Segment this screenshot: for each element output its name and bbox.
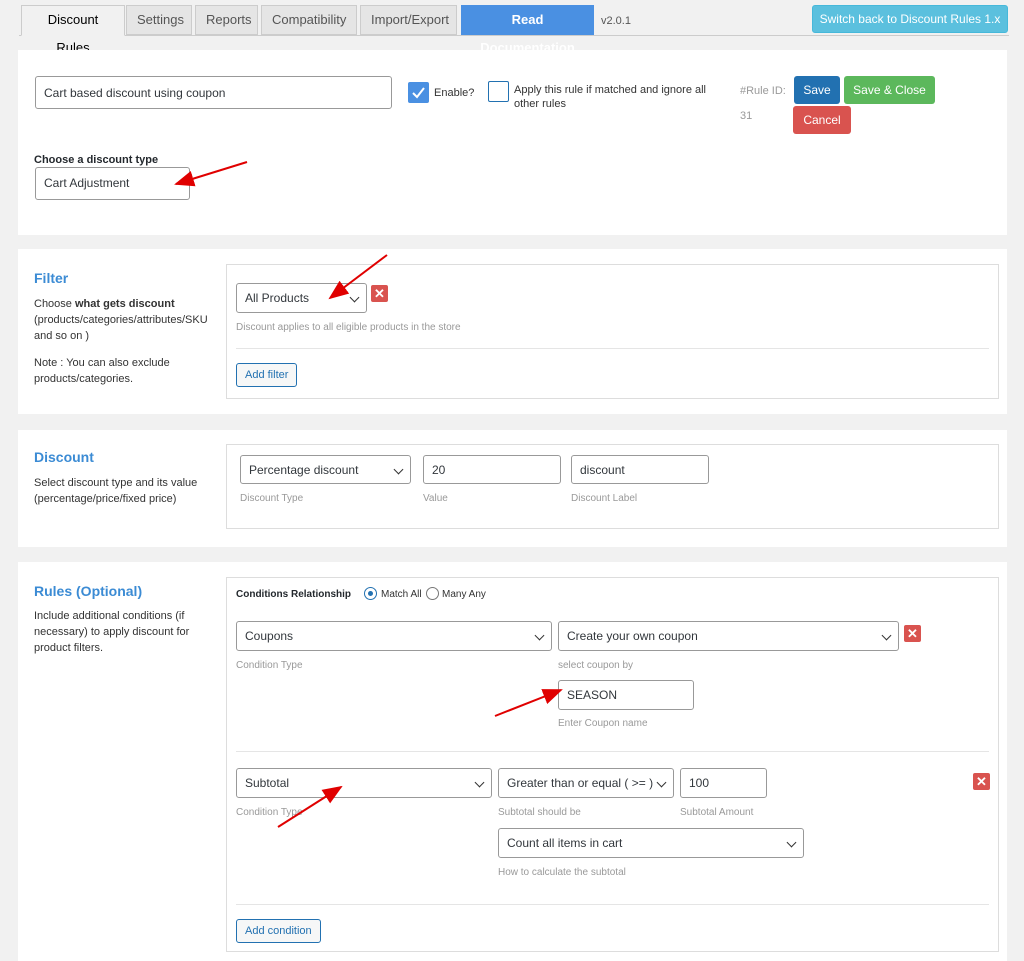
remove-filter-button[interactable]: ✕ <box>371 285 388 302</box>
conditions-relationship-label: Conditions Relationship <box>236 589 351 600</box>
chevron-down-icon <box>349 292 360 303</box>
chevron-down-icon <box>881 630 892 641</box>
discount-value-caption: Value <box>423 493 448 504</box>
tab-reports[interactable]: Reports <box>195 5 258 35</box>
subtotal-calc-select[interactable]: Count all items in cart <box>498 828 804 858</box>
filter-desc-prefix: Choose <box>34 298 75 310</box>
filter-panel: Filter Choose what gets discount (produc… <box>18 249 1007 414</box>
enable-label: Enable? <box>434 87 475 99</box>
filter-description: Choose what gets discount (products/cate… <box>34 296 219 344</box>
tab-settings[interactable]: Settings <box>126 5 192 35</box>
coupon-name-input[interactable] <box>558 680 694 710</box>
subtotal-calc-value: Count all items in cart <box>507 836 623 850</box>
remove-condition-button-1[interactable]: ✕ <box>904 625 921 642</box>
tab-import-export[interactable]: Import/Export <box>360 5 457 35</box>
rule-header-panel: Enable? Apply this rule if matched and i… <box>18 50 1007 235</box>
filter-note: Note : You can also exclude products/cat… <box>34 357 170 385</box>
chevron-down-icon <box>393 464 404 475</box>
match-any-label: Many Any <box>442 589 486 600</box>
coupon-by-select[interactable]: Create your own coupon <box>558 621 899 651</box>
add-filter-button[interactable]: Add filter <box>236 363 298 387</box>
condition-type-value-2: Subtotal <box>245 776 290 790</box>
discount-label-input[interactable] <box>571 455 709 484</box>
condition-type-select-2[interactable]: Subtotal <box>236 768 492 798</box>
tab-compatibility[interactable]: Compatibility <box>261 5 357 35</box>
rules-description: Include additional conditions (if necess… <box>34 610 190 654</box>
discount-label-caption: Discount Label <box>571 493 638 504</box>
switch-back-button[interactable]: Switch back to Discount Rules 1.x <box>812 5 1008 33</box>
discount-type-label: Choose a discount type <box>34 154 159 166</box>
rules-title: Rules (Optional) <box>34 583 143 599</box>
coupon-name-caption: Enter Coupon name <box>558 718 648 729</box>
filter-select-value: All Products <box>245 291 310 305</box>
discount-title: Discount <box>34 449 94 465</box>
match-all-radio[interactable] <box>364 587 377 600</box>
subtotal-operator-caption: Subtotal should be <box>498 807 581 818</box>
discount-type-select[interactable]: Cart Adjustment <box>35 167 190 200</box>
filter-divider <box>236 348 989 349</box>
condition-type-select-1[interactable]: Coupons <box>236 621 552 651</box>
save-button[interactable]: Save <box>794 76 840 104</box>
chevron-down-icon <box>656 777 667 788</box>
remove-condition-button-2[interactable]: ✕ <box>973 773 990 790</box>
discount-type-dropdown[interactable]: Percentage discount <box>240 455 411 484</box>
subtotal-amount-input[interactable] <box>680 768 767 798</box>
subtotal-amount-caption: Subtotal Amount <box>680 807 754 818</box>
subtotal-operator-select[interactable]: Greater than or equal ( >= ) <box>498 768 674 798</box>
subtotal-operator-value: Greater than or equal ( >= ) <box>507 776 654 790</box>
filter-desc-suffix: (products/categories/attributes/SKU and … <box>34 314 208 342</box>
rule-name-input[interactable] <box>35 76 392 109</box>
discount-type-caption: Discount Type <box>240 493 304 504</box>
match-any-radio[interactable] <box>426 587 439 600</box>
tab-read-documentation[interactable]: Read Documentation <box>461 5 594 55</box>
apply-rule-checkbox[interactable] <box>488 81 509 102</box>
condition-divider-2 <box>236 904 989 905</box>
discount-type-value: Cart Adjustment <box>44 176 130 190</box>
save-close-button[interactable]: Save & Close <box>844 76 935 104</box>
rules-box: Conditions Relationship Match All Many A… <box>226 577 999 952</box>
filter-title: Filter <box>34 270 69 286</box>
rules-panel: Rules (Optional) Include additional cond… <box>18 562 1007 961</box>
add-condition-button[interactable]: Add condition <box>236 919 321 943</box>
coupon-by-value: Create your own coupon <box>567 629 698 643</box>
filter-hint: Discount applies to all eligible product… <box>236 322 461 333</box>
filter-select[interactable]: All Products <box>236 283 367 313</box>
rule-id-value: 31 <box>740 110 753 122</box>
filter-desc-bold: what gets discount <box>74 298 175 310</box>
enable-checkbox[interactable] <box>408 82 429 103</box>
discount-description: Select discount type and its value (perc… <box>34 477 198 505</box>
chevron-down-icon <box>474 777 485 788</box>
match-all-label: Match All <box>381 589 422 600</box>
coupon-by-caption: select coupon by <box>558 660 634 671</box>
condition-divider-1 <box>236 751 989 752</box>
discount-panel: Discount Select discount type and its va… <box>18 430 1007 547</box>
discount-value-input[interactable] <box>423 455 561 484</box>
version-label: v2.0.1 <box>601 15 631 27</box>
discount-box: Percentage discount Discount Type Value … <box>226 444 999 529</box>
rule-id-label: #Rule ID: <box>740 85 786 97</box>
discount-type-dropdown-value: Percentage discount <box>249 463 359 477</box>
apply-rule-label: Apply this rule if matched and ignore al… <box>514 84 706 110</box>
cancel-button[interactable]: Cancel <box>793 106 851 134</box>
chevron-down-icon <box>786 837 797 848</box>
chevron-down-icon <box>534 630 545 641</box>
condition-type-value-1: Coupons <box>245 629 294 643</box>
subtotal-calc-caption: How to calculate the subtotal <box>498 867 626 878</box>
filter-box: All Products ✕ Discount applies to all e… <box>226 264 999 399</box>
condition-type-caption-2: Condition Type <box>236 807 303 818</box>
checkmark-icon <box>412 87 425 99</box>
tab-discount-rules[interactable]: Discount Rules <box>21 5 125 55</box>
condition-type-caption-1: Condition Type <box>236 660 303 671</box>
